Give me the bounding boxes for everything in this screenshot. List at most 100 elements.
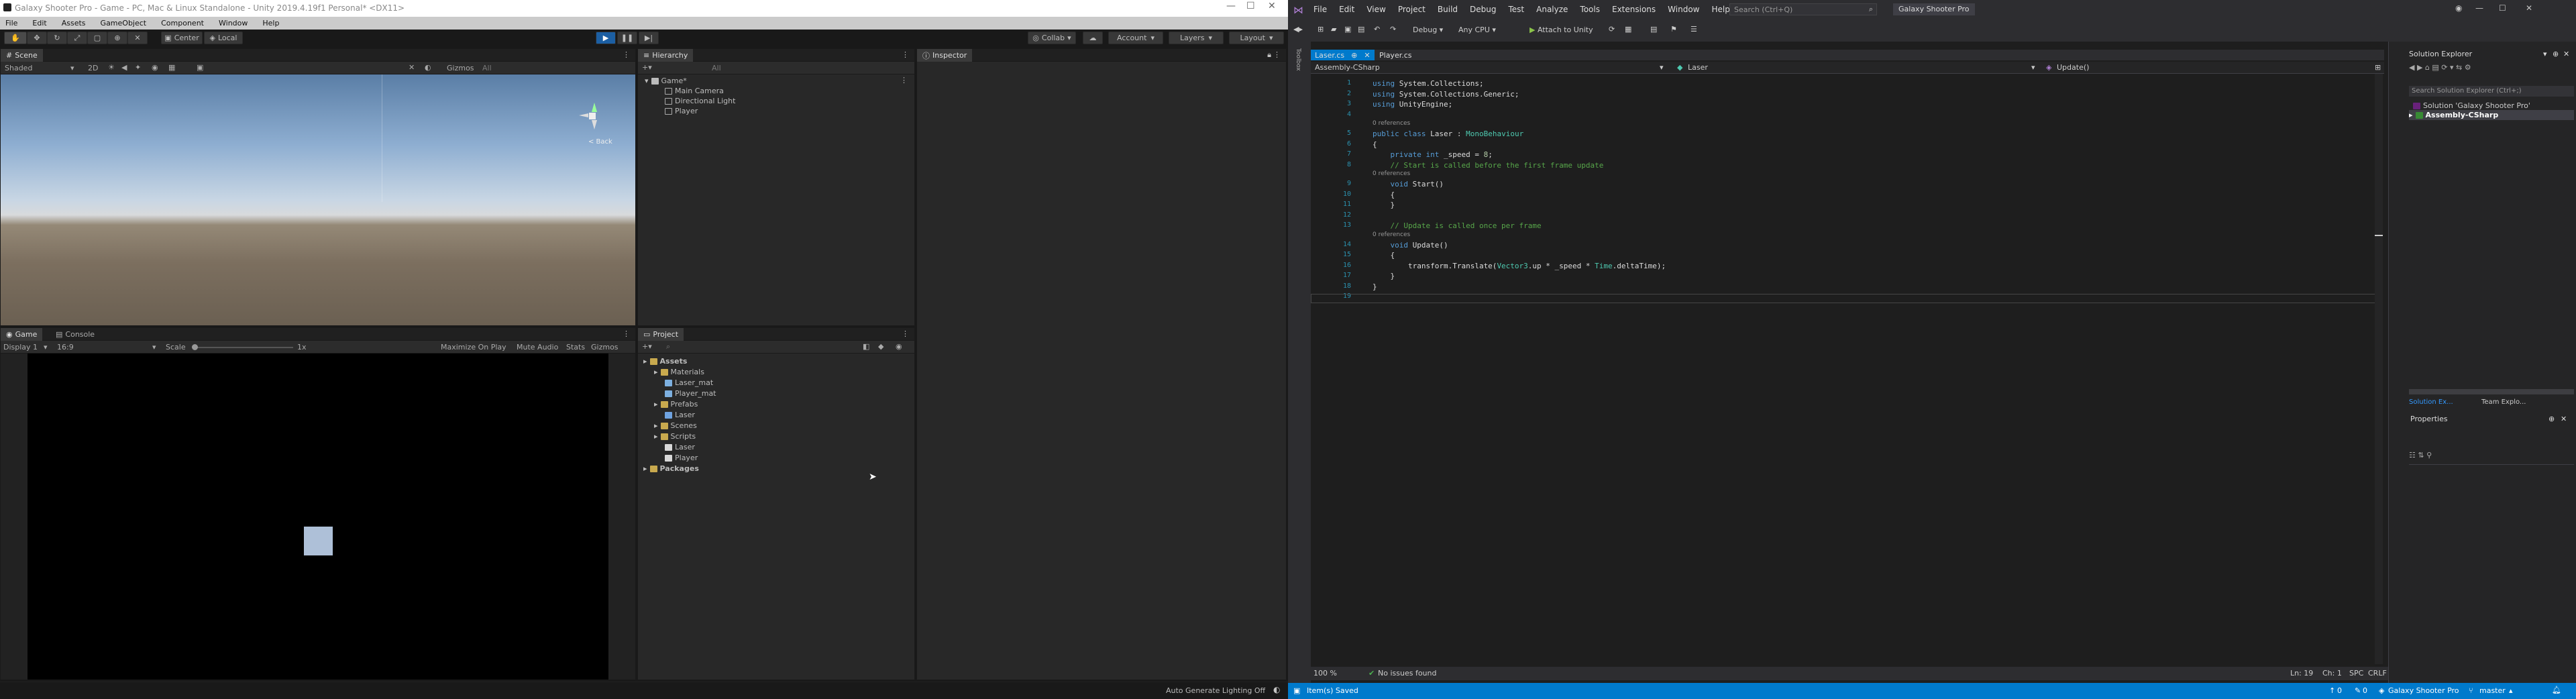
- project-item[interactable]: ▸ Assets: [643, 356, 687, 366]
- scale-tool-button[interactable]: ⤢: [67, 32, 87, 44]
- code-line[interactable]: }: [1373, 282, 1377, 291]
- comment-icon[interactable]: ▤: [1650, 25, 1657, 34]
- code-line[interactable]: {: [1373, 140, 1377, 149]
- cloud-icon[interactable]: ☁: [1083, 32, 1103, 44]
- project-item[interactable]: Player_mat: [665, 388, 716, 398]
- close-icon[interactable]: ✕: [1268, 1, 1276, 11]
- vs-menu-tools[interactable]: Tools: [1580, 5, 1600, 14]
- close-icon[interactable]: ✕: [1364, 51, 1370, 60]
- tab-inspector[interactable]: ⓘ Inspector: [917, 49, 973, 62]
- menu-window[interactable]: Window: [219, 19, 248, 28]
- project-item[interactable]: Laser: [665, 442, 695, 452]
- code-line[interactable]: }: [1373, 201, 1395, 209]
- project-item[interactable]: ▸ Materials: [654, 367, 704, 377]
- account-avatar-icon[interactable]: ◉: [2455, 3, 2462, 13]
- vs-menu-view[interactable]: View: [1366, 5, 1385, 14]
- code-line[interactable]: public class Laser : MonoBehaviour: [1373, 129, 1523, 138]
- hand-tool-button[interactable]: ✋: [4, 32, 27, 44]
- layers-dropdown[interactable]: Layers ▾: [1169, 32, 1224, 44]
- code-line[interactable]: {: [1373, 251, 1395, 260]
- play-button[interactable]: ▶: [596, 32, 616, 44]
- scene-search[interactable]: All: [482, 64, 492, 72]
- vs-menu-analyze[interactable]: Analyze: [1536, 5, 1568, 14]
- stats-toggle[interactable]: Stats: [566, 343, 585, 352]
- code-line[interactable]: private int _speed = 8;: [1373, 150, 1493, 159]
- vs-maximize-icon[interactable]: ☐: [2499, 3, 2506, 13]
- layout-dropdown[interactable]: Layout ▾: [1229, 32, 1284, 44]
- hierarchy-search[interactable]: All: [712, 64, 721, 72]
- save-all-icon[interactable]: ▤: [1358, 25, 1364, 34]
- add-icon[interactable]: +▾: [642, 342, 652, 351]
- menu-gameobject[interactable]: GameObject: [101, 19, 147, 28]
- vs-menu-help[interactable]: Help: [1711, 5, 1729, 14]
- search-icon[interactable]: ⌕: [666, 342, 670, 352]
- panel-menu-icon[interactable]: ⋮: [902, 329, 909, 338]
- hot-reload-icon[interactable]: ⟳: [1609, 25, 1615, 34]
- class-dropdown[interactable]: Laser: [1688, 63, 1708, 72]
- tools-icon[interactable]: ✕: [409, 63, 415, 72]
- camera-icon[interactable]: ▣: [197, 63, 203, 72]
- add-icon[interactable]: +▾: [642, 63, 652, 72]
- panel-menu-icon[interactable]: ⋮: [902, 50, 909, 59]
- redo-icon[interactable]: ↷: [1390, 25, 1396, 34]
- move-tool-button[interactable]: ✥: [27, 32, 47, 44]
- visibility-icon[interactable]: ◐: [425, 63, 431, 72]
- vs-close-icon[interactable]: ✕: [2526, 3, 2532, 13]
- game-gizmos-dropdown[interactable]: Gizmos: [591, 343, 619, 352]
- maximize-icon[interactable]: ☐: [1246, 1, 1255, 11]
- tab-project[interactable]: ▭ Project: [638, 328, 684, 341]
- project-item[interactable]: ▸ Scripts: [654, 431, 696, 441]
- code-line[interactable]: transform.Translate(Vector3.up * _speed …: [1373, 262, 1666, 270]
- gizmo-back-label[interactable]: < Back: [588, 138, 612, 146]
- code-editor[interactable]: 1 using System.Collections; 2 using System.…: [1311, 74, 2388, 667]
- vs-menu-extensions[interactable]: Extensions: [1612, 5, 1656, 14]
- rotate-tool-button[interactable]: ↻: [47, 32, 67, 44]
- status-solution-name[interactable]: Galaxy Shooter Pro: [2388, 686, 2459, 695]
- pin-icon[interactable]: ⊕: [2553, 50, 2559, 58]
- pin-icon[interactable]: ⊕: [2548, 415, 2555, 423]
- code-line[interactable]: using System.Collections.Generic;: [1373, 90, 1519, 99]
- aspect-dropdown[interactable]: 16:9: [57, 343, 74, 352]
- panel-menu-icon[interactable]: ⋮: [623, 329, 630, 338]
- bookmark-icon[interactable]: ⚑: [1670, 25, 1677, 34]
- hierarchy-item[interactable]: Player: [665, 106, 698, 116]
- vs-menu-test[interactable]: Test: [1508, 5, 1524, 14]
- hidden-packages-icon[interactable]: ◉: [896, 342, 902, 351]
- vs-menu-file[interactable]: File: [1313, 5, 1327, 14]
- collab-button[interactable]: ◎ Collab ▾: [1028, 32, 1076, 44]
- pin-icon[interactable]: ⊕: [1351, 51, 1357, 60]
- format-icon[interactable]: ☰: [1690, 25, 1697, 34]
- vs-menu-debug[interactable]: Debug: [1470, 5, 1496, 14]
- close-icon[interactable]: ✕: [2561, 415, 2567, 423]
- code-line[interactable]: }: [1373, 272, 1395, 280]
- filter-label-icon[interactable]: ◆: [878, 342, 883, 351]
- code-line[interactable]: using UnityEngine;: [1373, 100, 1452, 109]
- project-dropdown[interactable]: Assembly-CSharp: [1315, 63, 1380, 72]
- hidden-objects-icon[interactable]: ◉: [152, 63, 158, 72]
- undo-icon[interactable]: ↶: [1374, 25, 1380, 34]
- tab-laser-cs[interactable]: Laser.cs ⊕ ✕: [1311, 50, 1375, 60]
- scene-gizmo-icon[interactable]: [579, 103, 606, 129]
- vs-minimize-icon[interactable]: —: [2475, 3, 2483, 13]
- panel-menu-icon[interactable]: ⋮: [623, 50, 630, 59]
- new-item-icon[interactable]: ⊞: [1318, 25, 1324, 34]
- horizontal-scrollbar[interactable]: [2409, 389, 2574, 394]
- chevron-down-icon[interactable]: ▾: [2543, 50, 2547, 58]
- project-item[interactable]: ▸ Scenes: [654, 421, 697, 431]
- vs-menu-project[interactable]: Project: [1398, 5, 1426, 14]
- project-item[interactable]: Laser_mat: [665, 378, 713, 388]
- member-dropdown[interactable]: Update(): [2057, 63, 2089, 72]
- vs-menu-edit[interactable]: Edit: [1339, 5, 1354, 14]
- maximize-on-play-toggle[interactable]: Maximize On Play: [441, 343, 506, 352]
- expand-icon[interactable]: ▸: [654, 368, 658, 376]
- code-line[interactable]: void Start(): [1373, 180, 1444, 189]
- scale-slider-thumb[interactable]: [192, 344, 198, 350]
- solution-search-input[interactable]: Search Solution Explorer (Ctrl+;): [2409, 86, 2574, 97]
- scene-viewport[interactable]: < Back: [1, 74, 635, 325]
- gizmos-dropdown[interactable]: Gizmos: [447, 64, 474, 72]
- vertical-scrollbar[interactable]: [2375, 74, 2383, 664]
- code-line[interactable]: using System.Collections;: [1373, 79, 1484, 88]
- menu-file[interactable]: File: [5, 19, 17, 28]
- project-item[interactable]: Laser: [665, 410, 695, 420]
- grid-icon[interactable]: ▦: [168, 63, 175, 72]
